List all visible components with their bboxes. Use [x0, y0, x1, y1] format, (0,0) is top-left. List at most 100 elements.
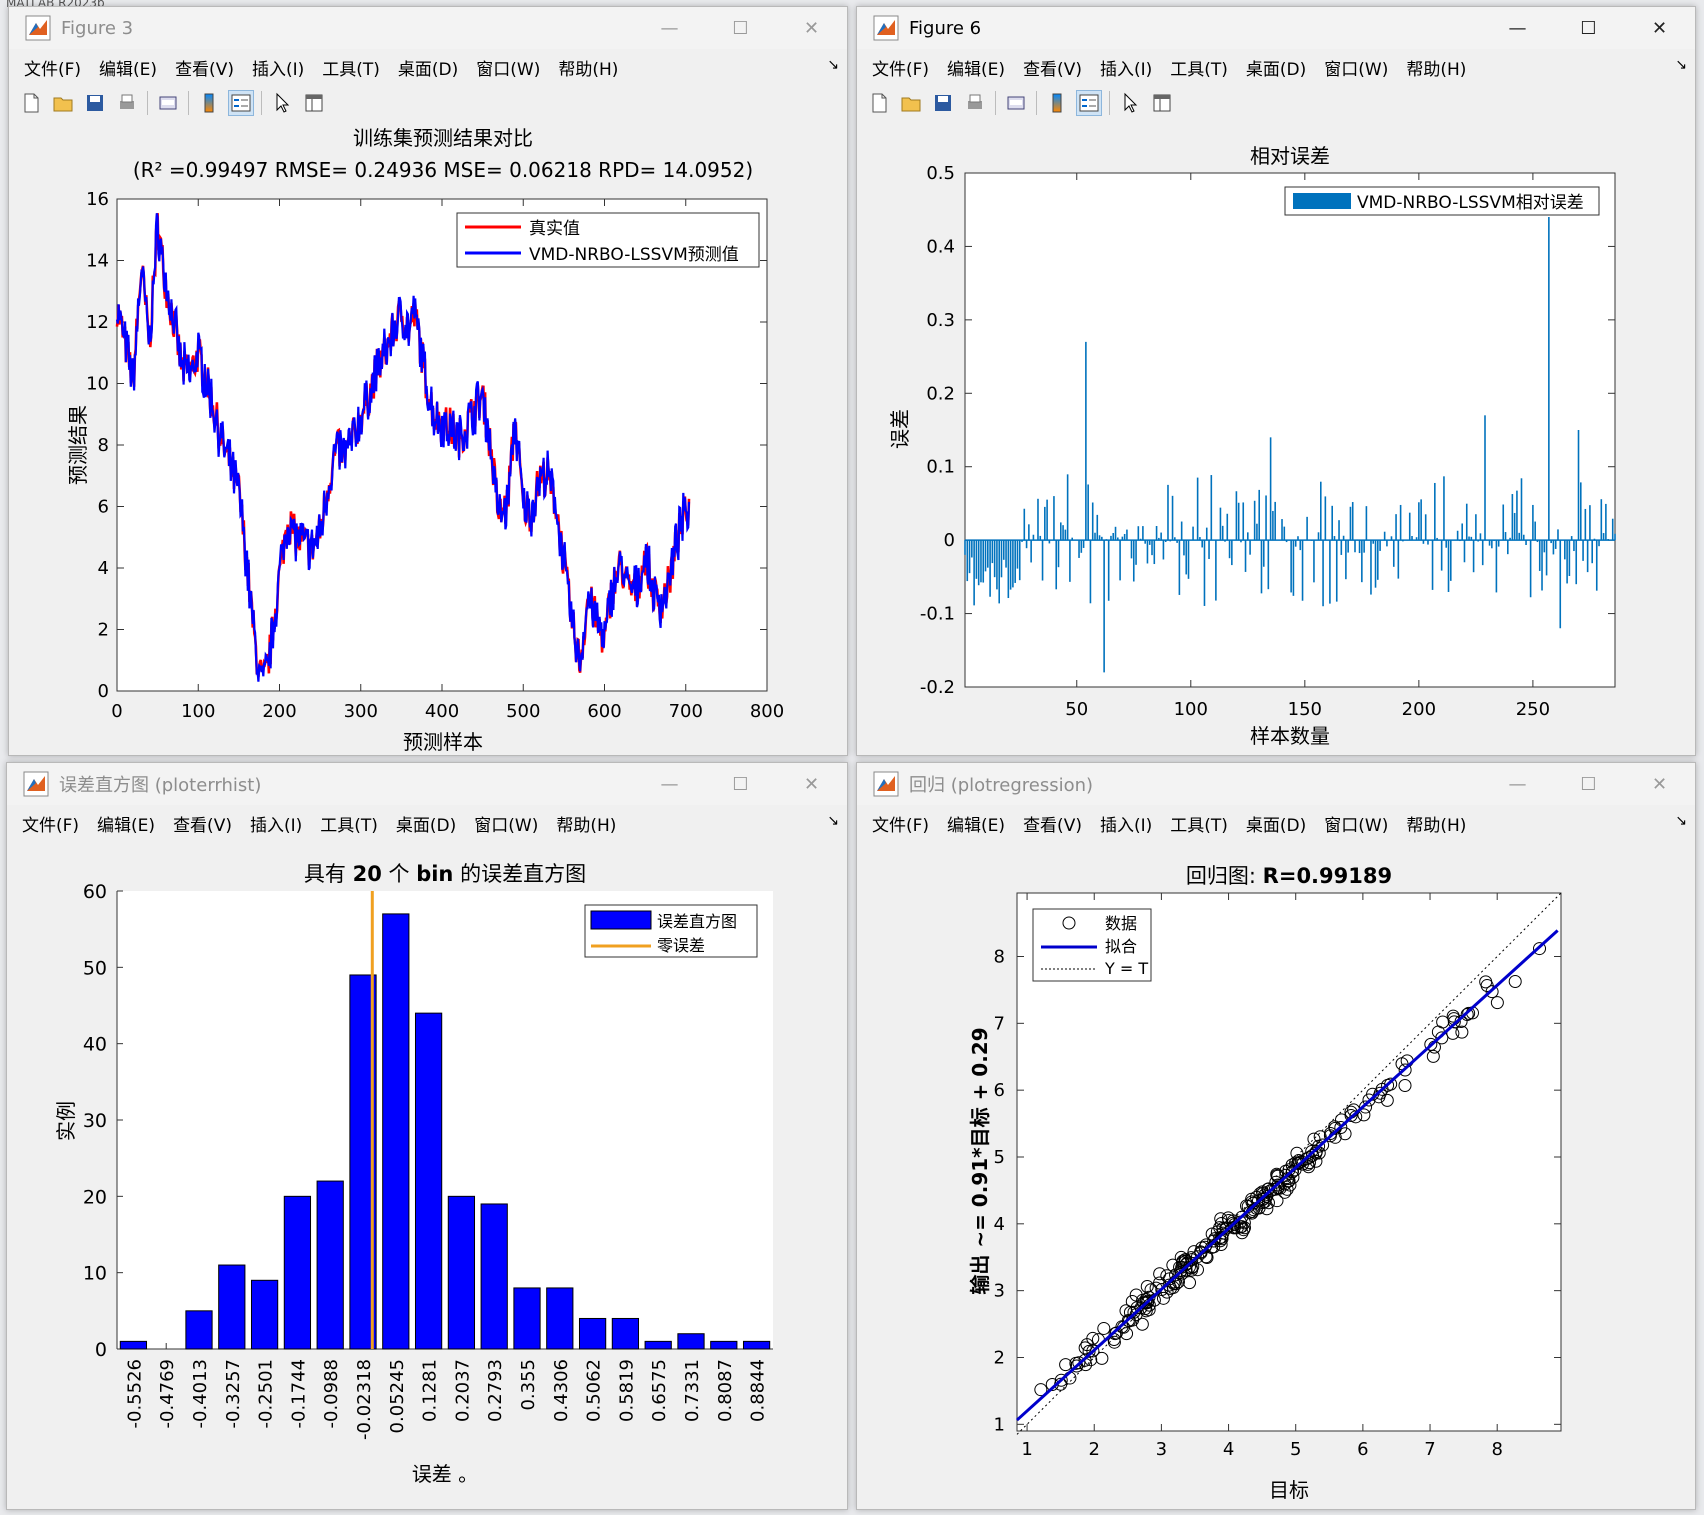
dock-arrow-icon[interactable]: ↘	[827, 57, 839, 73]
histogram-chart[interactable]: 具有 20 个 bin 的误差直方图 0102030405060-0.5526-…	[7, 841, 847, 1509]
menu-item-5[interactable]: 桌面(D)	[1246, 811, 1306, 836]
menu-item-5[interactable]: 桌面(D)	[396, 811, 456, 836]
minimize-button[interactable]: —	[634, 763, 705, 805]
open-folder-icon[interactable]	[898, 90, 924, 116]
x-tick-label: 1	[1021, 1439, 1032, 1460]
figure-3-plot[interactable]: 训练集预测结果对比 (R² =0.99497 RMSE= 0.24936 MSE…	[9, 121, 847, 755]
title-bar[interactable]: Figure 6 — ☐ ✕	[857, 7, 1695, 49]
histogram-plot[interactable]: 具有 20 个 bin 的误差直方图 0 10 20 30 40 50 60 -0.5526-…	[7, 841, 847, 1509]
menu-item-1[interactable]: 编辑(E)	[99, 55, 157, 80]
x-tick-label: -0.3257	[223, 1359, 244, 1428]
colorbar-icon[interactable]	[1044, 90, 1070, 116]
menu-item-4[interactable]: 工具(T)	[1170, 55, 1228, 80]
legend-icon[interactable]	[228, 90, 254, 116]
menu-item-0[interactable]: 文件(F)	[24, 55, 81, 80]
figure-6-plot[interactable]: 相对误差 50 100 150 200 250 -0.2 -0.1 0 0.1 0.2 0.3 0.4…	[857, 121, 1695, 755]
menu-item-3[interactable]: 插入(I)	[250, 811, 302, 836]
menu-item-2[interactable]: 查看(V)	[173, 811, 232, 836]
menu-item-7[interactable]: 帮助(H)	[558, 55, 618, 80]
menu-item-4[interactable]: 工具(T)	[320, 811, 378, 836]
figure-6-window[interactable]: Figure 6 — ☐ ✕ 文件(F) 编辑(E) 查看(V) 插入(I) 工具(T)…	[856, 6, 1696, 756]
print-preview-icon[interactable]	[1003, 90, 1029, 116]
minimize-button[interactable]: —	[1482, 7, 1553, 49]
close-button[interactable]: ✕	[1624, 763, 1695, 805]
pointer-icon[interactable]	[1117, 90, 1143, 116]
print-preview-icon[interactable]	[155, 90, 181, 116]
maximize-button[interactable]: ☐	[705, 7, 776, 49]
menu-item-7[interactable]: 帮助(H)	[1406, 55, 1466, 80]
menu-item-2[interactable]: 查看(V)	[175, 55, 234, 80]
y-axis-label: 实例	[54, 1101, 78, 1141]
dock-arrow-icon[interactable]: ↘	[1675, 57, 1687, 73]
menu-item-6[interactable]: 窗口(W)	[1324, 811, 1388, 836]
maximize-button[interactable]: ☐	[1553, 763, 1624, 805]
x-tick-label: -0.5526	[124, 1359, 145, 1428]
x-tick-label: 200	[1402, 699, 1436, 720]
title-bar[interactable]: 回归 (plotregression) — ☐ ✕	[857, 763, 1695, 805]
window-title: 回归 (plotregression)	[909, 775, 1094, 796]
maximize-button[interactable]: ☐	[1553, 7, 1624, 49]
menu-item-3[interactable]: 插入(I)	[1100, 811, 1152, 836]
menu-item-3[interactable]: 插入(I)	[252, 55, 304, 80]
error-histogram-window[interactable]: 误差直方图 (ploterrhist) — ☐ ✕ 文件(F) 编辑(E) 查看(V…	[6, 762, 848, 1510]
menu-item-0[interactable]: 文件(F)	[872, 55, 929, 80]
dock-arrow-icon[interactable]: ↘	[827, 813, 839, 829]
menu-item-2[interactable]: 查看(V)	[1023, 811, 1082, 836]
print-icon[interactable]	[114, 90, 140, 116]
line-chart[interactable]: 训练集预测结果对比 (R² =0.99497 RMSE= 0.24936 MSE…	[9, 121, 847, 755]
menu-item-4[interactable]: 工具(T)	[322, 55, 380, 80]
menu-item-1[interactable]: 编辑(E)	[947, 811, 1005, 836]
menu-item-1[interactable]: 编辑(E)	[947, 55, 1005, 80]
open-folder-icon[interactable]	[50, 90, 76, 116]
y-tick-label: 0.1	[926, 457, 955, 478]
menu-item-1[interactable]: 编辑(E)	[97, 811, 155, 836]
new-file-icon[interactable]	[18, 90, 44, 116]
menu-item-0[interactable]: 文件(F)	[22, 811, 79, 836]
legend[interactable]: 误差直方图 零误差	[584, 904, 758, 958]
matlab-icon	[23, 771, 49, 797]
menu-item-6[interactable]: 窗口(W)	[474, 811, 538, 836]
menu-item-5[interactable]: 桌面(D)	[398, 55, 458, 80]
legend[interactable]: 数据 拟合 Y = T	[1032, 908, 1152, 982]
close-button[interactable]: ✕	[776, 763, 847, 805]
legend[interactable]: VMD-NRBO-LSSVM相对误差	[1284, 186, 1600, 216]
minimize-button[interactable]: —	[1482, 763, 1553, 805]
colorbar-icon[interactable]	[196, 90, 222, 116]
regression-window[interactable]: 回归 (plotregression) — ☐ ✕ 文件(F) 编辑(E) 查看(V…	[856, 762, 1696, 1510]
plot-area	[117, 891, 773, 1349]
close-button[interactable]: ✕	[1624, 7, 1695, 49]
close-button[interactable]: ✕	[776, 7, 847, 49]
pointer-icon[interactable]	[269, 90, 295, 116]
menu-item-6[interactable]: 窗口(W)	[1324, 55, 1388, 80]
menu-item-5[interactable]: 桌面(D)	[1246, 55, 1306, 80]
print-icon[interactable]	[962, 90, 988, 116]
chart-title: 回归图: R=0.99189	[1186, 864, 1392, 888]
title-bar[interactable]: 误差直方图 (ploterrhist) — ☐ ✕	[7, 763, 847, 805]
menu-item-7[interactable]: 帮助(H)	[556, 811, 616, 836]
x-axis-label: 目标	[1269, 1478, 1309, 1502]
property-editor-icon[interactable]	[1149, 90, 1175, 116]
x-tick-label: 0.8844	[748, 1359, 769, 1422]
legend-label-yt: Y = T	[1104, 959, 1148, 978]
figure-3-window[interactable]: Figure 3 — ☐ ✕ 文件(F) 编辑(E) 查看(V) 插入(I) 工具(T)…	[8, 6, 848, 756]
menu-item-3[interactable]: 插入(I)	[1100, 55, 1152, 80]
histogram-bar	[513, 1287, 541, 1350]
save-icon[interactable]	[82, 90, 108, 116]
legend[interactable]: 真实值 VMD-NRBO-LSSVM预测值	[456, 212, 760, 268]
menu-item-7[interactable]: 帮助(H)	[1406, 811, 1466, 836]
menu-item-4[interactable]: 工具(T)	[1170, 811, 1228, 836]
title-bar[interactable]: Figure 3 — ☐ ✕	[9, 7, 847, 49]
minimize-button[interactable]: —	[634, 7, 705, 49]
menu-item-0[interactable]: 文件(F)	[872, 811, 929, 836]
save-icon[interactable]	[930, 90, 956, 116]
property-editor-icon[interactable]	[301, 90, 327, 116]
new-file-icon[interactable]	[866, 90, 892, 116]
dock-arrow-icon[interactable]: ↘	[1675, 813, 1687, 829]
regression-plot[interactable]: 回归图: R=0.99189 1 2 3 4 5 6 7 8 1 2 3 4 5 6 7 8 目标 输出 ~=…	[857, 841, 1695, 1509]
menu-item-2[interactable]: 查看(V)	[1023, 55, 1082, 80]
maximize-button[interactable]: ☐	[705, 763, 776, 805]
regression-chart[interactable]: 回归图: R=0.99189 1 2 3 4 5 6 7 8 1 2 3 4 5 6 7 8 目标 输出 ~=…	[857, 841, 1695, 1509]
menu-item-6[interactable]: 窗口(W)	[476, 55, 540, 80]
bar-chart[interactable]: 相对误差 50 100 150 200 250 -0.2 -0.1 0 0.1 0.2 0.3 0.4…	[857, 121, 1695, 755]
legend-icon[interactable]	[1076, 90, 1102, 116]
